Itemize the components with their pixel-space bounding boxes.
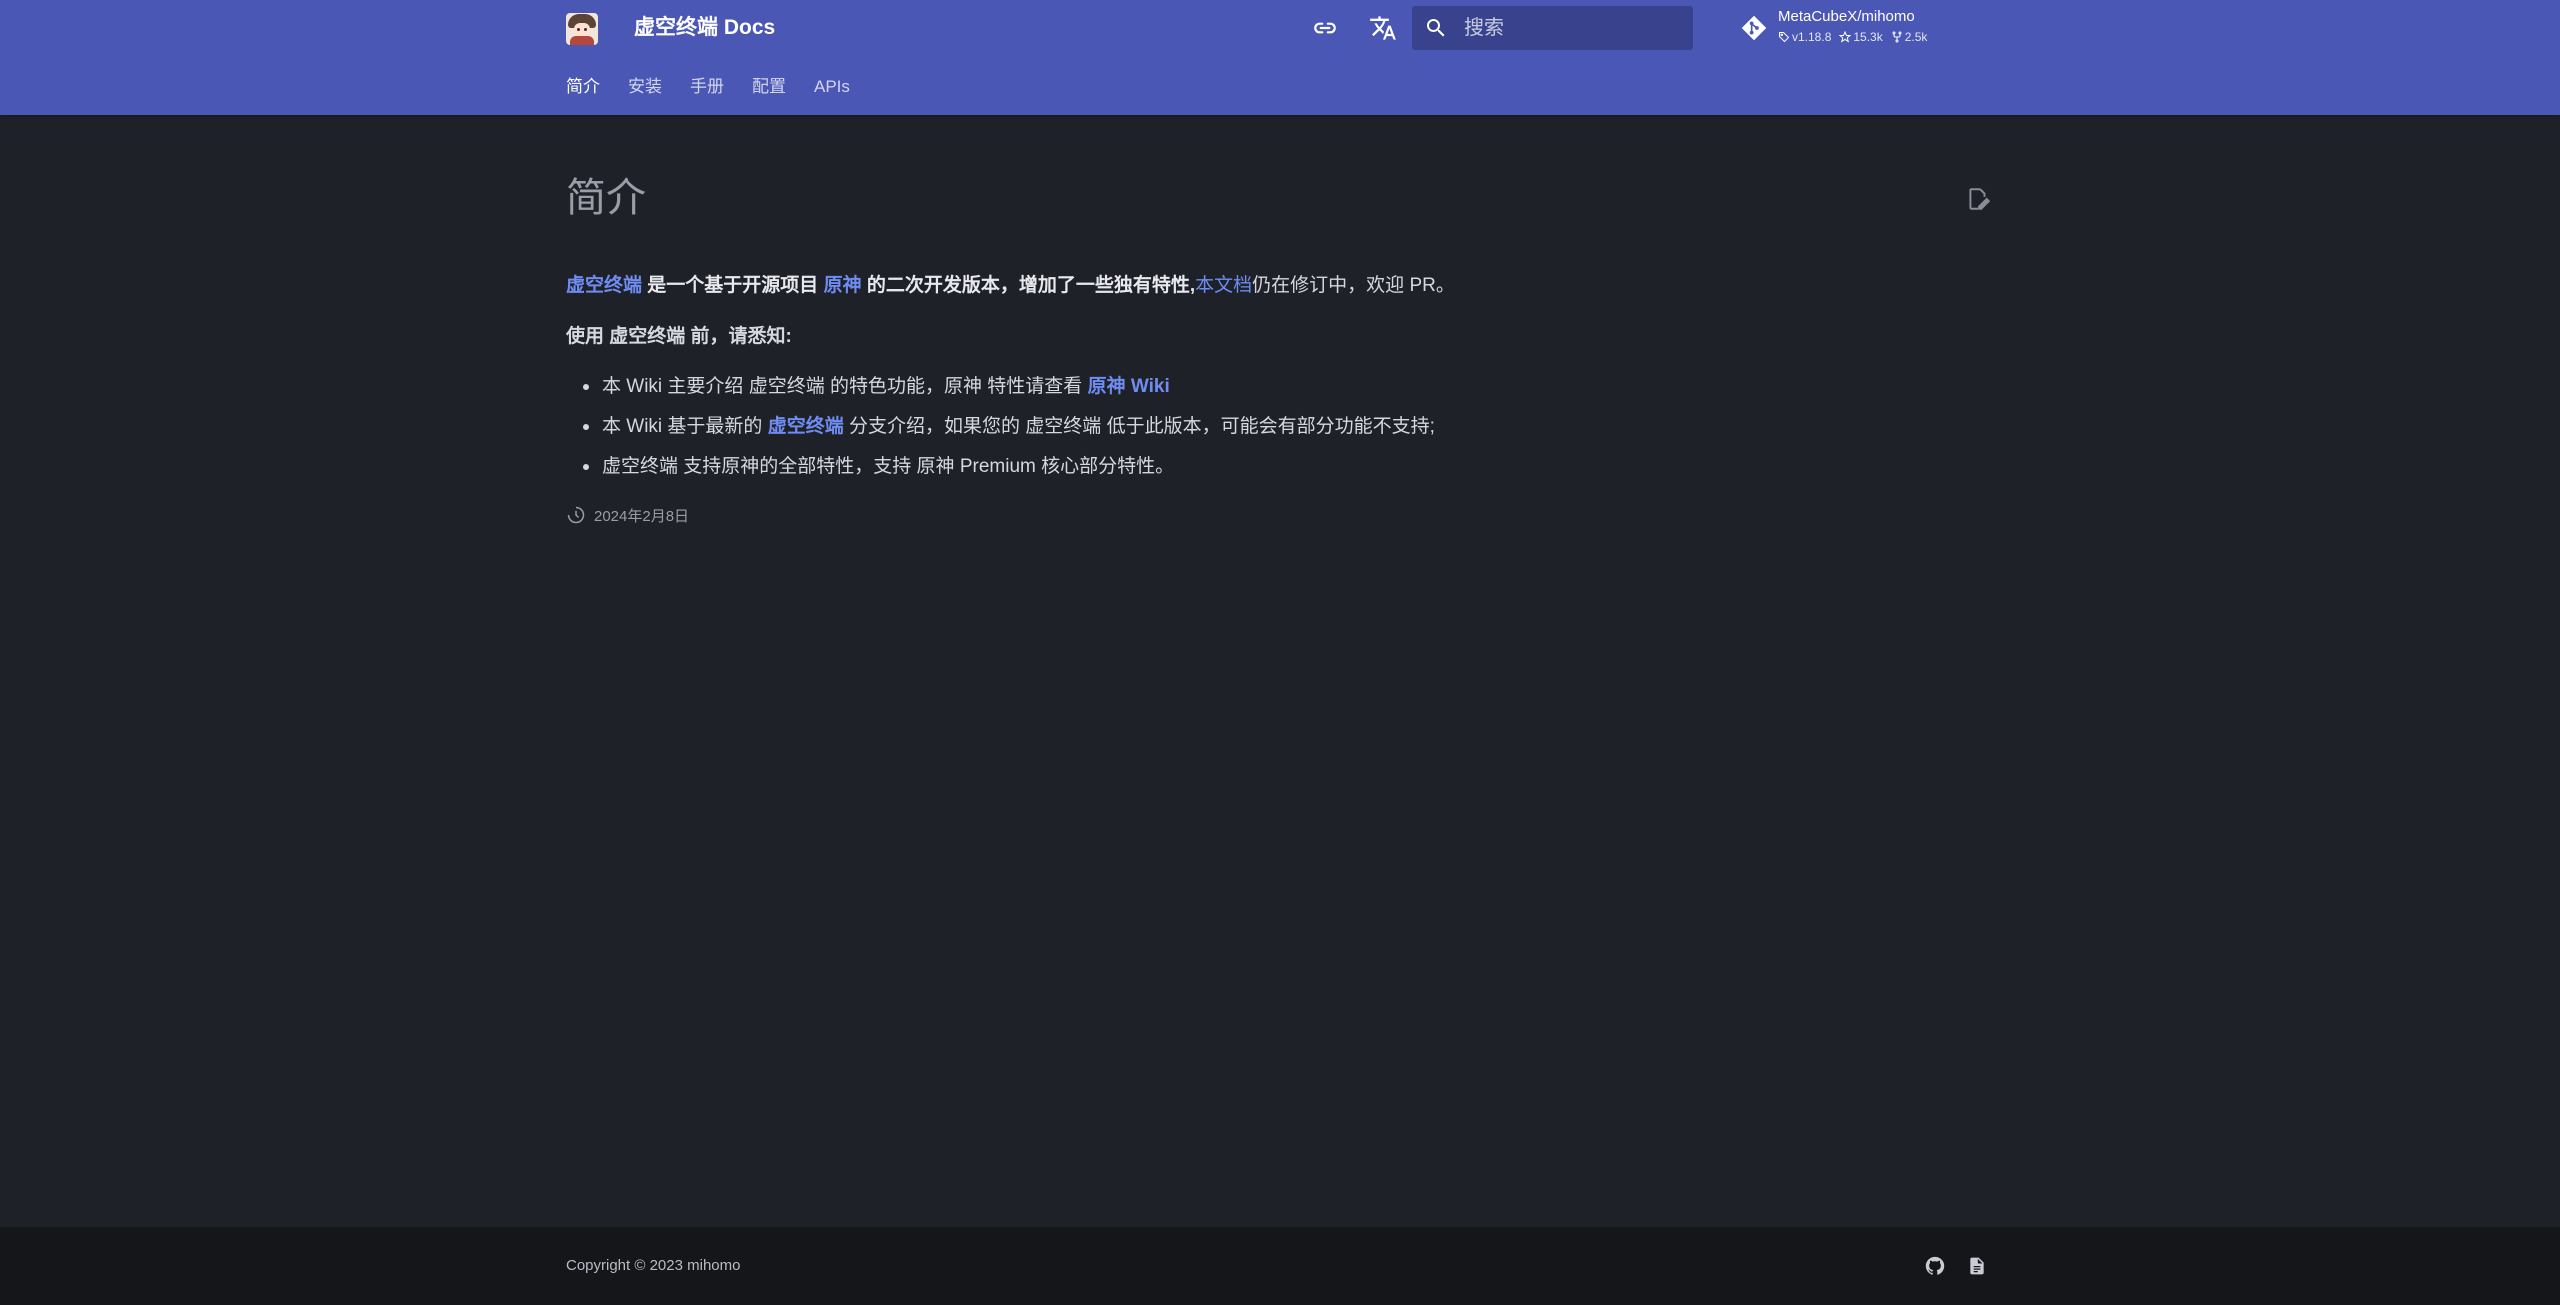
header: 虚空终端 Docs 搜索 MetaCubeX/mihomo v1.18.8 15… xyxy=(0,0,2560,115)
intro-link-mihomo[interactable]: 虚空终端 xyxy=(566,275,642,296)
tab-intro[interactable]: 简介 xyxy=(566,72,600,102)
intro-text-3: 仍在修订中，欢迎 PR。 xyxy=(1252,275,1455,296)
last-updated-date: 2024年2月8日 xyxy=(594,507,690,525)
document-icon[interactable] xyxy=(1967,1255,1989,1277)
intro-link-docs[interactable]: 本文档 xyxy=(1195,275,1252,296)
intro-paragraph: 虚空终端 是一个基于开源项目 原神 的二次开发版本，增加了一些独有特性,本文档仍… xyxy=(566,272,1455,300)
tab-config[interactable]: 配置 xyxy=(752,72,786,102)
edit-icon[interactable] xyxy=(1965,186,1991,212)
intro-link-clash[interactable]: 原神 xyxy=(824,275,862,296)
repo-stars: 15.3k xyxy=(1839,30,1883,44)
git-icon xyxy=(1740,14,1768,42)
fork-icon xyxy=(1892,31,1902,43)
github-icon[interactable] xyxy=(1924,1255,1946,1277)
intro-text-2: 的二次开发版本，增加了一些独有特性, xyxy=(861,275,1196,296)
star-icon xyxy=(1839,31,1852,43)
notice-paragraph: 使用 虚空终端 前，请悉知: xyxy=(566,326,792,347)
copyright: Copyright © 2023 mihomo xyxy=(566,1257,741,1274)
repo-stars-text: 15.3k xyxy=(1853,30,1883,44)
list-item-text: 本 Wiki 主要介绍 虚空终端 的特色功能，原神 特性请查看 xyxy=(602,376,1088,397)
notice-list: 本 Wiki 主要介绍 虚空终端 的特色功能，原神 特性请查看 原神 Wiki … xyxy=(566,372,1435,492)
tab-manual[interactable]: 手册 xyxy=(690,72,724,102)
list-item-text: 虚空终端 支持原神的全部特性，支持 原神 Premium 核心部分特性。 xyxy=(602,456,1175,477)
translate-icon[interactable] xyxy=(1367,12,1399,44)
tag-icon xyxy=(1779,32,1790,43)
site-logo[interactable] xyxy=(566,13,598,45)
link-icon[interactable] xyxy=(1309,12,1341,44)
search-box[interactable]: 搜索 xyxy=(1412,6,1693,50)
repo-version-text: v1.18.8 xyxy=(1792,30,1832,44)
list-item-text: 分支介绍，如果您的 虚空终端 低于此版本，可能会有部分功能不支持; xyxy=(843,416,1435,437)
repo-forks: 2.5k xyxy=(1891,30,1928,44)
repo-forks-text: 2.5k xyxy=(1904,30,1928,44)
tab-install[interactable]: 安装 xyxy=(628,72,662,102)
tab-apis[interactable]: APIs xyxy=(814,72,850,102)
repo-name: MetaCubeX/mihomo xyxy=(1778,8,1915,25)
list-item: 虚空终端 支持原神的全部特性，支持 原神 Premium 核心部分特性。 xyxy=(566,452,1435,492)
search-input[interactable]: 搜索 xyxy=(1464,6,1504,50)
clash-wiki-link[interactable]: 原神 Wiki xyxy=(1088,376,1170,397)
list-item: 本 Wiki 基于最新的 虚空终端 分支介绍，如果您的 虚空终端 低于此版本，可… xyxy=(566,412,1435,452)
last-updated: 2024年2月8日 xyxy=(566,503,689,527)
site-title[interactable]: 虚空终端 Docs xyxy=(634,12,775,44)
list-item-text: 本 Wiki 基于最新的 xyxy=(602,416,768,437)
page-title: 简介 xyxy=(566,176,646,220)
nav-tabs: 简介 安装 手册 配置 APIs xyxy=(566,72,878,102)
list-item: 本 Wiki 主要介绍 虚空终端 的特色功能，原神 特性请查看 原神 Wiki xyxy=(566,372,1435,412)
repo-facts: v1.18.8 15.3k 2.5k xyxy=(1778,30,1927,44)
search-icon xyxy=(1424,16,1448,40)
mihomo-branch-link[interactable]: 虚空终端 xyxy=(768,416,844,437)
repo-version: v1.18.8 xyxy=(1778,30,1831,44)
clock-icon xyxy=(567,506,585,524)
intro-text-1: 是一个基于开源项目 xyxy=(642,275,824,296)
footer: Copyright © 2023 mihomo xyxy=(0,1227,2560,1305)
